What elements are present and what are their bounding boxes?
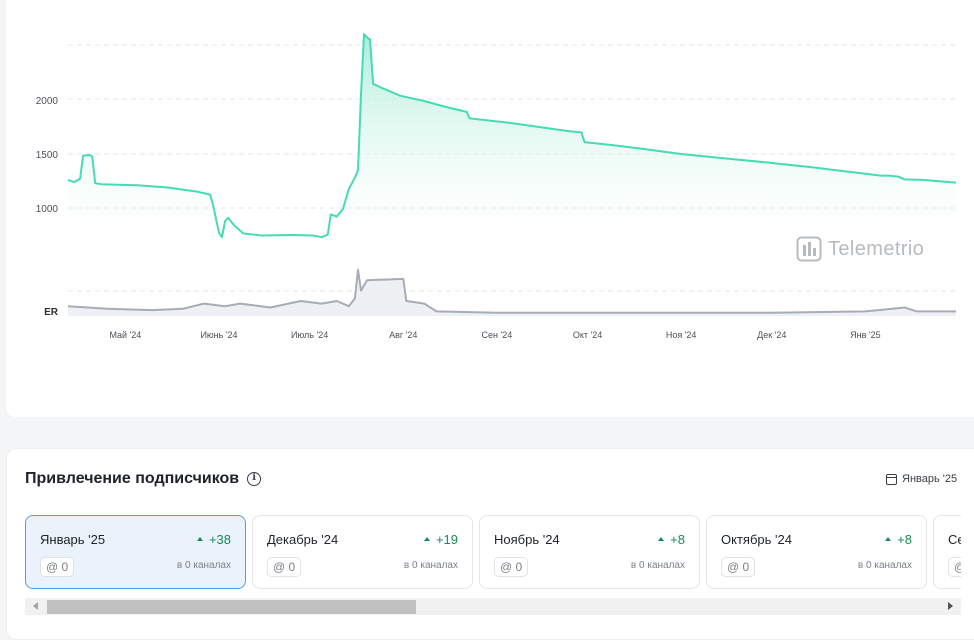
watermark-text: Telemetrio xyxy=(828,237,925,260)
month-cards-row: Январь '25 +38 @ 0 в 0 каналах Декабрь '24 +1… xyxy=(25,515,961,589)
month-card-name: Ноябрь '24 xyxy=(494,532,560,547)
bar-chart-icon xyxy=(796,236,822,262)
arrow-up-icon xyxy=(885,536,892,541)
month-card[interactable]: Январь '25 +38 @ 0 в 0 каналах xyxy=(25,515,246,589)
arrow-up-icon xyxy=(423,536,430,541)
x-tick-label: Окт '24 xyxy=(573,330,602,340)
month-picker-label: Январь '25 xyxy=(902,473,958,485)
month-card-name: Октябрь '24 xyxy=(721,532,792,547)
er-axis-label: ER xyxy=(44,307,59,318)
month-card-delta-value: +38 xyxy=(208,532,231,547)
month-card-delta: +38 xyxy=(196,532,231,547)
x-tick-label: Сен '24 xyxy=(482,330,513,340)
mentions-badge: @ 0 xyxy=(40,557,75,577)
arrow-up-icon xyxy=(658,536,665,541)
mentions-badge: @ 0 xyxy=(721,557,756,577)
month-card-delta-value: +8 xyxy=(670,532,685,547)
month-picker[interactable]: Январь '25 xyxy=(886,473,957,485)
calendar-icon xyxy=(886,473,897,485)
horizontal-scrollbar[interactable] xyxy=(25,598,961,615)
mentions-badge: @ 0 xyxy=(267,557,302,577)
month-card[interactable]: Сентябрь '24@ 0в 0 каналах xyxy=(933,515,961,589)
mentions-badge: @ 0 xyxy=(494,557,529,577)
month-card-delta-value: +19 xyxy=(435,532,458,547)
month-card-name: Декабрь '24 xyxy=(267,532,339,547)
er-area xyxy=(68,269,956,316)
y-tick-label: 2000 xyxy=(36,96,59,107)
month-card-delta: +19 xyxy=(423,532,458,547)
month-card-name: Сентябрь '24 xyxy=(948,532,961,547)
arrow-up-icon xyxy=(196,536,203,541)
month-card-channels: в 0 каналах xyxy=(403,560,458,571)
month-card-delta: +8 xyxy=(658,532,685,547)
y-tick-label: 1000 xyxy=(36,204,59,215)
x-tick-label: Авг '24 xyxy=(389,330,417,340)
subscribers-area xyxy=(68,34,956,240)
watermark: Telemetrio xyxy=(796,236,924,262)
section-title: Привлечение подписчиков xyxy=(25,470,262,488)
x-tick-label: Июль '24 xyxy=(291,330,328,340)
month-card-channels: в 0 каналах xyxy=(176,560,231,571)
month-card-channels: в 0 каналах xyxy=(857,560,912,571)
month-card[interactable]: Декабрь '24 +19 @ 0 в 0 каналах xyxy=(252,515,473,589)
x-tick-label: Дек '24 xyxy=(757,330,786,340)
month-card[interactable]: Ноябрь '24 +8 @ 0 в 0 каналах xyxy=(479,515,700,589)
scroll-left-arrow-icon[interactable] xyxy=(33,602,38,610)
month-card-delta: +8 xyxy=(885,532,912,547)
info-icon[interactable] xyxy=(247,472,262,486)
x-tick-label: Ноя '24 xyxy=(666,330,697,340)
scroll-thumb[interactable] xyxy=(47,600,416,614)
month-card-name: Январь '25 xyxy=(40,532,106,547)
month-card-channels: в 0 каналах xyxy=(630,560,685,571)
x-tick-label: Янв '25 xyxy=(850,330,880,340)
month-card-delta-value: +8 xyxy=(897,532,912,547)
x-tick-label: Июнь '24 xyxy=(200,330,237,340)
section-title-text: Привлечение подписчиков xyxy=(25,470,240,487)
month-card[interactable]: Октябрь '24 +8 @ 0 в 0 каналах xyxy=(706,515,927,589)
x-tick-label: Май '24 xyxy=(109,330,141,340)
scroll-right-arrow-icon[interactable] xyxy=(948,602,953,610)
mentions-badge: @ 0 xyxy=(948,557,961,577)
y-tick-label: 1500 xyxy=(36,150,59,161)
subscribers-chart: 1000 1500 2000 ER Май '24 Июнь '24 Июль '24 Авг… xyxy=(36,33,957,340)
month-cards-viewport: Январь '25 +38 @ 0 в 0 каналах Декабрь '24 +1… xyxy=(25,515,961,593)
